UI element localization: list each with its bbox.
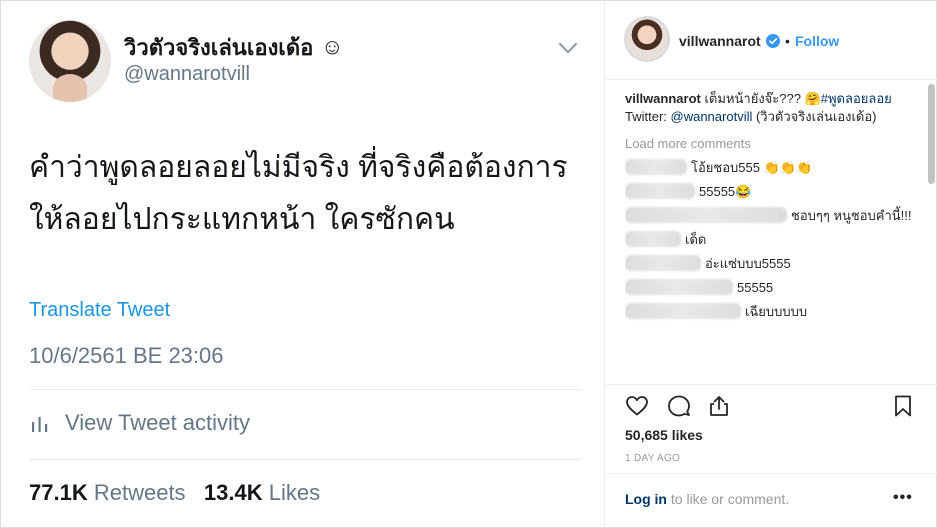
blurred-username xyxy=(625,303,741,319)
divider xyxy=(605,384,937,385)
divider xyxy=(29,389,581,390)
heart-icon[interactable] xyxy=(625,394,649,418)
caption-hashtag[interactable]: #พูดลอยลอย xyxy=(821,91,892,106)
blurred-username xyxy=(625,207,787,223)
caption-mention[interactable]: @wannarotvill xyxy=(671,109,753,124)
translate-tweet-link[interactable]: Translate Tweet xyxy=(29,299,170,322)
bar-chart-icon xyxy=(32,417,48,432)
post-actions xyxy=(625,394,921,420)
comment-item: 55555😂 xyxy=(625,183,923,201)
separator-dot: • xyxy=(785,33,790,49)
blurred-username xyxy=(625,279,733,295)
likes-label: Likes xyxy=(268,480,321,505)
retweets-label: Retweets xyxy=(93,480,186,505)
view-tweet-activity-label: View Tweet activity xyxy=(65,410,251,435)
blurred-username xyxy=(625,159,687,175)
instagram-header: villwannarot • Follow xyxy=(605,0,937,80)
likes-count: 13.4K xyxy=(203,480,263,505)
follow-button[interactable]: Follow xyxy=(795,33,839,49)
comment-text: เฉียบบบบบ xyxy=(745,304,808,319)
comment-item: โอ้ยชอบ555 👏👏👏 xyxy=(625,159,923,177)
comment-text: เด็ด xyxy=(685,232,707,247)
tweet-text: คำว่าพูดลอยลอยไม่มีจริง ที่จริงคือต้องกา… xyxy=(29,151,568,236)
post-caption: villwannarot เต็มหน้ายังจ๊ะ??? 🤗#พูดลอยล… xyxy=(625,90,923,108)
comments-section[interactable]: villwannarot เต็มหน้ายังจ๊ะ??? 🤗#พูดลอยล… xyxy=(625,90,923,384)
view-tweet-activity-button[interactable]: View Tweet activity xyxy=(29,408,250,438)
bookmark-icon[interactable] xyxy=(891,394,915,418)
blurred-username xyxy=(625,183,695,199)
twitter-prefix: Twitter: xyxy=(625,109,671,124)
tweet-card: วิวตัวจริงเล่นเองเด้อ ☺ @wannarotvill คำ… xyxy=(0,0,604,528)
login-link[interactable]: Log in xyxy=(625,491,667,507)
likes-stat[interactable]: 13.4K Likes xyxy=(204,480,320,505)
login-prompt: Log in to like or comment. xyxy=(625,491,789,507)
instagram-post: villwannarot • Follow villwannarot เต็มห… xyxy=(604,0,937,528)
twitter-avatar[interactable] xyxy=(29,20,111,102)
comment-text: อ่ะแซ่บบบ5555 xyxy=(705,256,791,271)
comment-item: เด็ด xyxy=(625,231,923,249)
comments-scrollbar[interactable] xyxy=(928,84,935,184)
caption-twitter-line: Twitter: @wannarotvill (วิวตัวจริงเล่นเอ… xyxy=(625,108,923,126)
tweet-display-name[interactable]: วิวตัวจริงเล่นเองเด้อ xyxy=(124,30,313,65)
tweet-timestamp[interactable]: 10/6/2561 BE 23:06 xyxy=(29,343,224,369)
twitter-suffix: (วิวตัวจริงเล่นเองเด้อ) xyxy=(752,109,877,124)
comment-text: ชอบๆๆ หนูชอบคำนี้!!! xyxy=(791,208,912,223)
instagram-username[interactable]: villwannarot xyxy=(679,33,761,49)
retweets-stat[interactable]: 77.1K Retweets xyxy=(29,480,186,505)
comment-item: ชอบๆๆ หนูชอบคำนี้!!! xyxy=(625,207,923,225)
share-icon[interactable] xyxy=(707,394,731,418)
comment-text: โอ้ยชอบ555 👏👏👏 xyxy=(691,160,813,175)
verified-badge-icon xyxy=(766,34,780,48)
post-timestamp[interactable]: 1 DAY AGO xyxy=(625,453,680,464)
divider xyxy=(605,473,937,474)
chevron-down-icon[interactable] xyxy=(556,36,580,60)
more-options-icon[interactable]: ••• xyxy=(893,489,913,507)
divider xyxy=(29,459,581,460)
caption-username[interactable]: villwannarot xyxy=(625,91,701,106)
comment-text: 55555😂 xyxy=(699,184,752,199)
comment-text: 55555 xyxy=(737,280,774,295)
retweets-count: 77.1K xyxy=(29,480,88,505)
instagram-avatar[interactable] xyxy=(624,16,670,62)
blurred-username xyxy=(625,255,701,271)
login-suffix: to like or comment. xyxy=(667,491,790,507)
load-more-comments-button[interactable]: Load more comments xyxy=(625,135,923,153)
comment-item: อ่ะแซ่บบบ5555 xyxy=(625,255,923,273)
comment-icon[interactable] xyxy=(667,394,691,418)
comment-item: 55555 xyxy=(625,279,923,297)
smile-emoji: ☺ xyxy=(321,34,344,59)
caption-text: เต็มหน้ายังจ๊ะ??? 🤗 xyxy=(704,91,821,106)
comment-item: เฉียบบบบบ xyxy=(625,303,923,321)
blurred-username xyxy=(625,231,681,247)
likes-count-label[interactable]: 50,685 likes xyxy=(625,427,703,443)
tweet-handle[interactable]: @wannarotvill xyxy=(124,63,250,86)
tweet-stats: 77.1K Retweets 13.4K Likes xyxy=(29,480,320,506)
